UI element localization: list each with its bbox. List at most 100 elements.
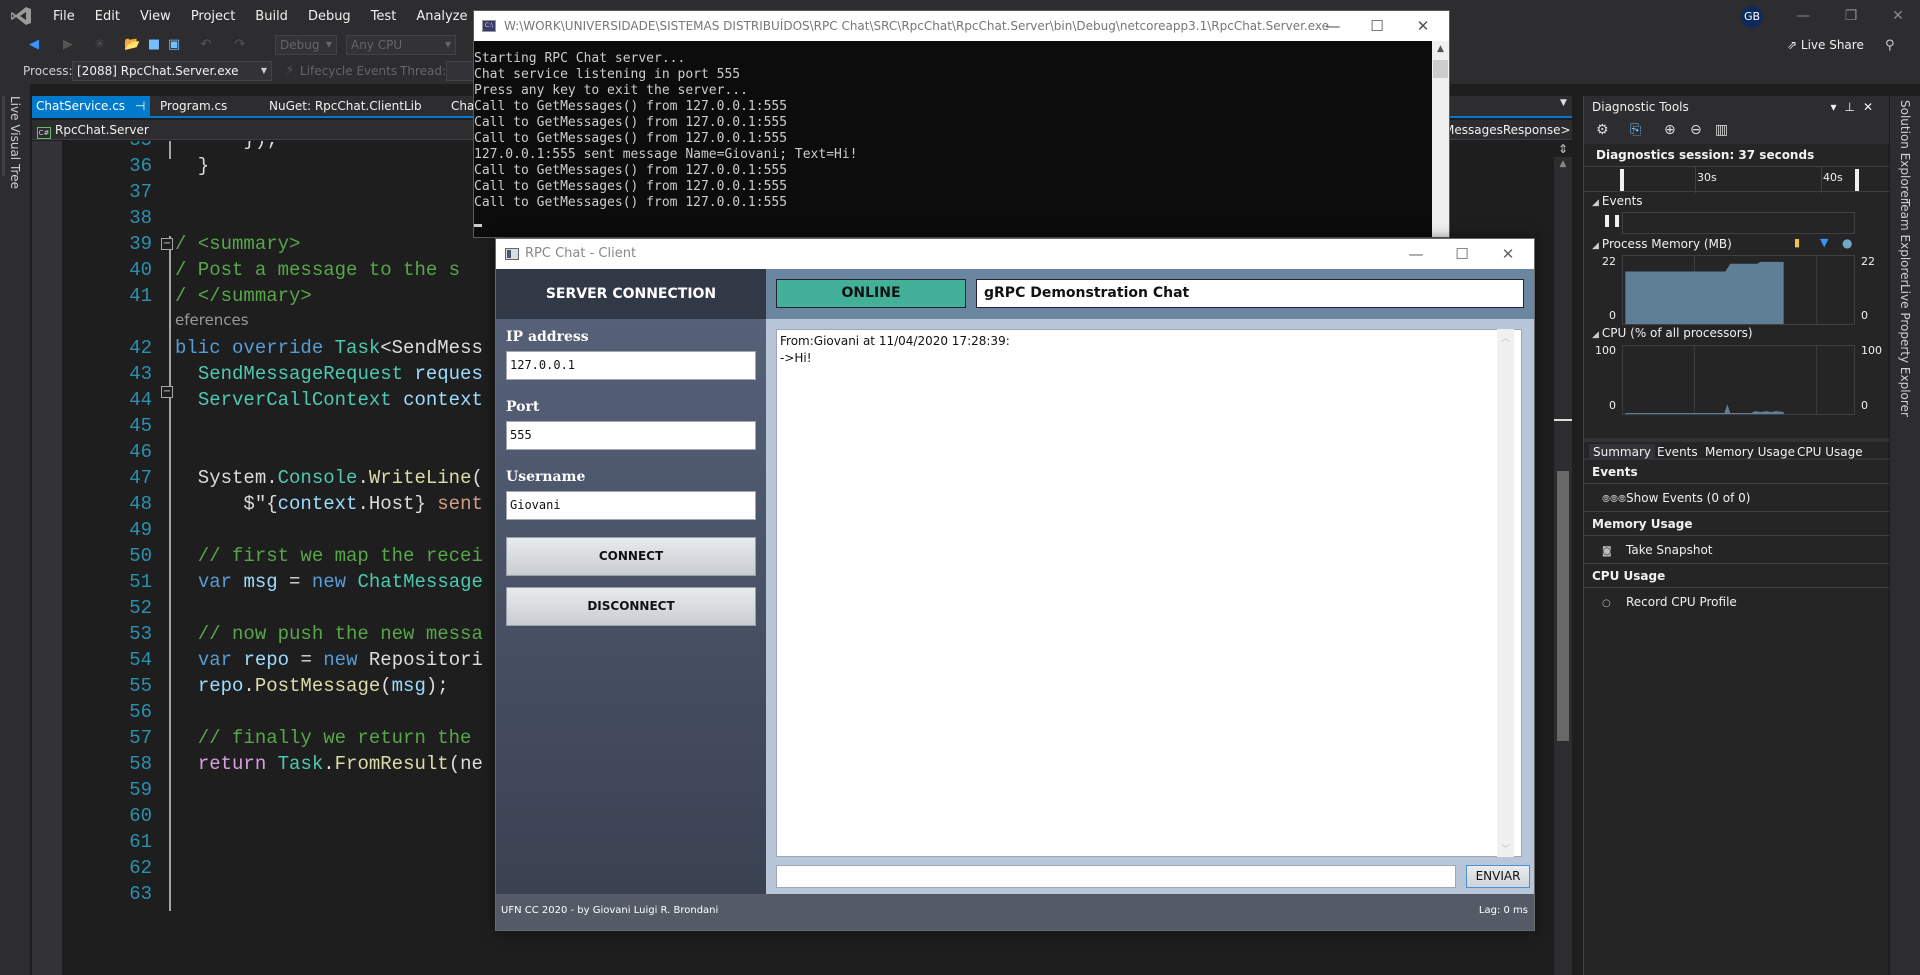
send-button[interactable]: ENVIAR — [1466, 865, 1530, 888]
tab-program[interactable]: Program.cs — [156, 96, 231, 116]
new-project-icon[interactable]: ✳ — [92, 37, 108, 53]
console-minimize-button[interactable]: — — [1311, 11, 1355, 41]
tab-summary[interactable]: Summary — [1589, 444, 1655, 460]
cpu-axis-min-right: 0 — [1861, 399, 1868, 412]
tab-chatservice[interactable]: ChatService.cs ⊣ ✕ — [32, 96, 150, 133]
split-window-icon[interactable]: ⇕ — [1554, 141, 1572, 157]
console-scrollbar[interactable]: ▲ — [1432, 41, 1449, 237]
save-icon[interactable]: ■ — [146, 37, 162, 53]
close-panel-icon[interactable]: ✕ — [1863, 100, 1881, 114]
client-titlebar[interactable]: RPC Chat - Client — ☐ ✕ — [496, 239, 1534, 269]
solution-explorer-tab[interactable]: Solution Explorer — [1898, 100, 1912, 203]
username-input[interactable]: Giovani — [506, 491, 756, 520]
team-explorer-tab[interactable]: Team Explorer — [1898, 199, 1912, 285]
live-property-explorer-tab[interactable]: Live Property Explorer — [1898, 284, 1912, 417]
menu-project[interactable]: Project — [181, 9, 245, 24]
scroll-thumb[interactable] — [1557, 471, 1569, 741]
thread-dropdown[interactable] — [446, 61, 476, 81]
menu-test[interactable]: Test — [361, 9, 407, 24]
settings-icon[interactable]: ⚙ — [1596, 122, 1609, 138]
timeline-start-handle[interactable] — [1620, 169, 1624, 191]
tab-cpu-usage[interactable]: CPU Usage — [1793, 444, 1867, 460]
console-line: 127.0.0.1:555 sent message Name=Giovani;… — [474, 147, 858, 162]
tab-overflow-icon[interactable]: ▼ — [1560, 98, 1567, 108]
scroll-up-icon[interactable]: ▲ — [1432, 41, 1449, 58]
menu-build[interactable]: Build — [245, 9, 298, 24]
scroll-up-icon[interactable]: ︿ — [1497, 331, 1514, 344]
menu-edit[interactable]: Edit — [85, 9, 130, 24]
console-titlebar[interactable]: C:\ W:\WORK\UNIVERSIDADE\SISTEMAS DISTRI… — [474, 11, 1449, 41]
chat-scrollbar[interactable]: ︿ ﹀ — [1497, 329, 1514, 857]
events-section-header[interactable]: ◢ Events — [1592, 194, 1643, 208]
platform-dropdown[interactable]: Any CPU ▼ — [346, 35, 456, 55]
scroll-up-icon[interactable]: ▲ — [1554, 159, 1572, 169]
record-cpu-profile-link[interactable]: ○ Record CPU Profile — [1584, 588, 1889, 616]
live-share-button[interactable]: ⇗ Live Share — [1787, 38, 1864, 52]
console-app-icon: C:\ — [482, 20, 496, 32]
summary-memory-header: Memory Usage — [1584, 512, 1889, 536]
timeline-end-handle[interactable] — [1855, 169, 1859, 191]
menu-view[interactable]: View — [130, 9, 181, 24]
disconnect-button[interactable]: DISCONNECT — [506, 587, 756, 626]
console-line: Call to GetMessages() from 127.0.0.1:555 — [474, 163, 788, 178]
reset-view-icon[interactable]: ▥ — [1715, 122, 1728, 138]
take-snapshot-link[interactable]: ◙ Take Snapshot — [1584, 536, 1889, 564]
client-minimize-button[interactable]: — — [1394, 239, 1438, 269]
pin-icon[interactable]: ⊣ — [135, 99, 145, 113]
redo-icon[interactable]: ↷ — [232, 37, 248, 53]
code-line: }); — [175, 141, 277, 153]
lifecycle-events-dropdown[interactable]: Lifecycle Events — [300, 61, 397, 81]
process-dropdown[interactable]: [2088] RpcChat.Server.exe ▼ — [72, 61, 272, 81]
show-events-link[interactable]: ⦾⦾⦾Show Events (0 of 0) — [1584, 484, 1889, 512]
zoom-out-icon[interactable]: ⊖ — [1690, 122, 1702, 138]
collapse-icon[interactable]: − — [161, 238, 173, 250]
chat-log[interactable]: From:Giovani at 11/04/2020 17:28:39: ->H… — [776, 329, 1522, 857]
console-maximize-button[interactable]: ☐ — [1355, 11, 1399, 41]
feedback-icon[interactable]: ⚲ — [1885, 38, 1895, 53]
minimize-button[interactable]: — — [1785, 4, 1821, 28]
pause-events-icon[interactable]: ❚❚ — [1602, 213, 1622, 227]
menu-analyze[interactable]: Analyze — [406, 9, 477, 24]
tab-nuget[interactable]: NuGet: RpcChat.ClientLib — [265, 96, 426, 116]
open-folder-icon[interactable]: 📂 — [124, 37, 140, 53]
collapse-icon[interactable]: − — [161, 386, 173, 398]
undo-icon[interactable]: ↶ — [198, 37, 214, 53]
tab-memory-usage[interactable]: Memory Usage — [1701, 444, 1799, 460]
ip-address-input[interactable]: 127.0.0.1 — [506, 351, 756, 380]
memory-section-header[interactable]: ◢ Process Memory (MB) — [1592, 237, 1732, 251]
zoom-in-icon[interactable]: ⊕ — [1664, 122, 1676, 138]
restore-button[interactable]: ❐ — [1833, 4, 1869, 28]
window-position-icon[interactable]: ▾ — [1830, 100, 1844, 114]
export-icon[interactable]: ⎘ — [1630, 122, 1641, 138]
codelens-references[interactable]: eferences — [175, 311, 249, 329]
menu-debug[interactable]: Debug — [298, 9, 361, 24]
connect-button[interactable]: CONNECT — [506, 537, 756, 576]
save-all-icon[interactable]: ▣ — [166, 37, 182, 53]
client-maximize-button[interactable]: ☐ — [1440, 239, 1484, 269]
navigate-forward-icon[interactable]: ▶ — [60, 37, 76, 53]
pin-icon[interactable]: ⊥ — [1844, 100, 1862, 114]
port-input[interactable]: 555 — [506, 421, 756, 450]
thread-label: Thread: — [400, 64, 447, 78]
user-avatar[interactable]: GB — [1741, 6, 1763, 28]
timeline-ruler[interactable]: 30s 40s — [1584, 166, 1889, 193]
message-input[interactable] — [776, 865, 1456, 888]
menu-file[interactable]: File — [43, 9, 85, 24]
scroll-down-icon[interactable]: ﹀ — [1497, 842, 1514, 855]
rpc-client-window[interactable]: RPC Chat - Client — ☐ ✕ SERVER CONNECTIO… — [495, 238, 1535, 931]
configuration-dropdown[interactable]: Debug ▼ — [275, 35, 337, 55]
scroll-thumb[interactable] — [1433, 60, 1448, 78]
line-number: 44 — [129, 389, 152, 411]
tab-events[interactable]: Events — [1653, 444, 1702, 460]
navigate-back-icon[interactable]: ◀ — [26, 37, 42, 53]
close-button[interactable]: ✕ — [1880, 4, 1916, 28]
server-console-window[interactable]: C:\ W:\WORK\UNIVERSIDADE\SISTEMAS DISTRI… — [473, 10, 1450, 238]
live-visual-tree-tab[interactable]: Live Visual Tree — [8, 96, 22, 189]
cpu-section-header[interactable]: ◢ CPU (% of all processors) — [1592, 326, 1753, 340]
memory-graph — [1622, 255, 1855, 325]
editor-vertical-scrollbar[interactable]: ⇕ ▲ — [1554, 141, 1572, 975]
client-close-button[interactable]: ✕ — [1486, 239, 1530, 269]
line-number: 61 — [129, 831, 152, 853]
project-dropdown[interactable]: RpcChat.Server — [55, 123, 149, 137]
console-close-button[interactable]: ✕ — [1401, 11, 1445, 41]
